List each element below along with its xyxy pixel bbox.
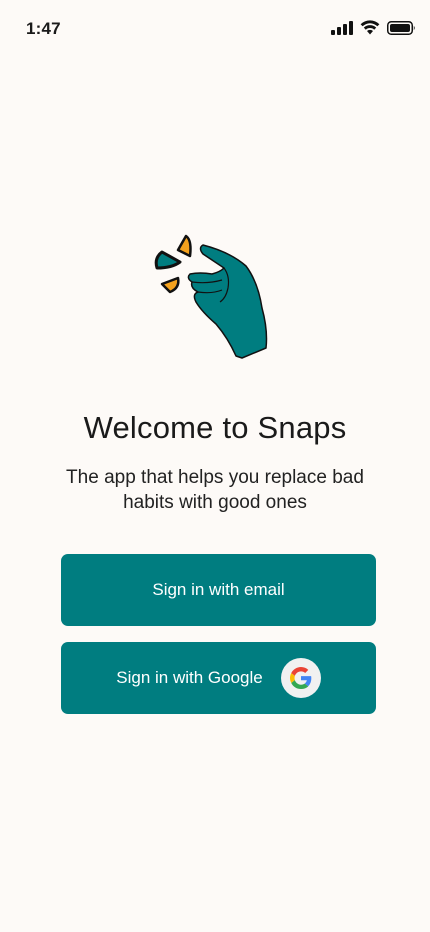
sign-in-google-button[interactable]: Sign in with Google [61, 642, 376, 714]
welcome-screen: 1:47 Welcome to Snaps The app that helps… [0, 0, 430, 932]
battery-icon [387, 20, 416, 40]
snapping-fingers-hand-icon [150, 230, 275, 365]
sign-in-google-label: Sign in with Google [116, 668, 263, 687]
wifi-icon [360, 20, 380, 40]
cellular-signal-icon [331, 20, 353, 40]
google-g-icon [280, 658, 321, 698]
status-bar: 1:47 [0, 0, 430, 58]
status-icons [331, 20, 416, 40]
sign-in-email-label: Sign in with email [152, 580, 285, 599]
page-title: Welcome to Snaps [83, 410, 347, 445]
sign-in-email-button[interactable]: Sign in with email [61, 554, 376, 626]
status-time: 1:47 [26, 19, 61, 38]
page-subtitle: The app that helps you replace bad habit… [66, 467, 364, 513]
